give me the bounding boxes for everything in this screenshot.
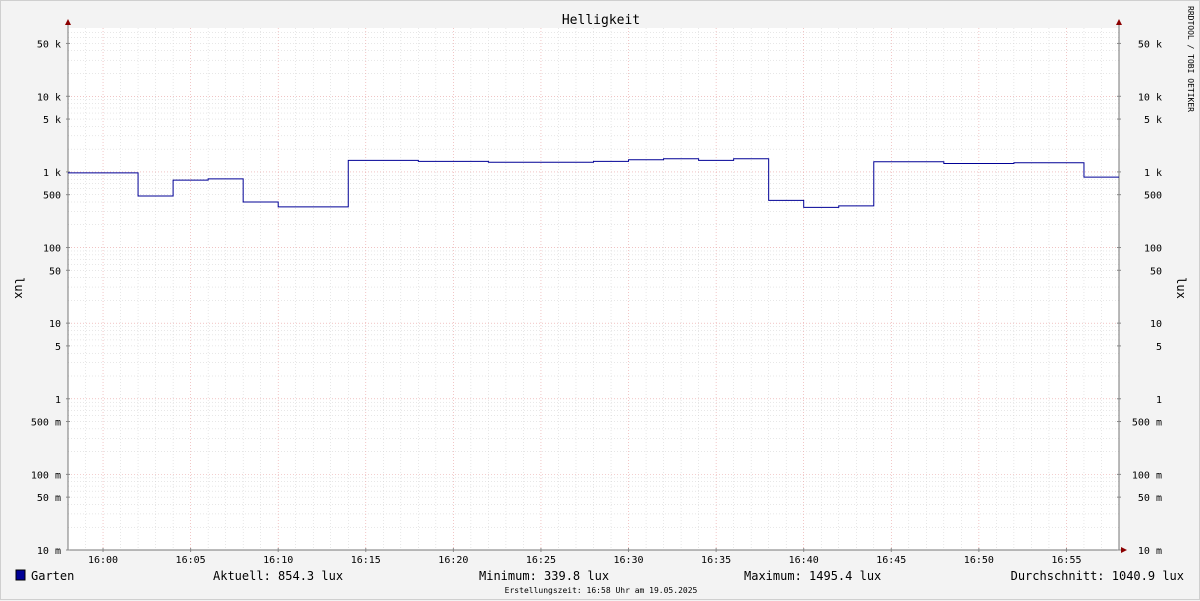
x-tick-label: 16:35: [701, 555, 731, 566]
x-tick-label: 16:15: [351, 555, 381, 566]
y-tick-label-left: 1 k: [43, 168, 61, 179]
y-tick-label-left: 5 k: [43, 115, 61, 126]
rrdtool-watermark: RRDTOOL / TOBI OETIKER: [1186, 6, 1195, 112]
stat-current: Aktuell: 854.3 lux: [213, 569, 343, 583]
y-axis-label-right: lux: [1174, 277, 1188, 299]
y-tick-label-left: 50 k: [37, 39, 61, 50]
y-tick-label-right: 10 m: [1138, 546, 1162, 557]
x-tick-label: 16:40: [789, 555, 819, 566]
graph-frame: 50 k 50 k 10 k 10 k 5 k 5 k 1 k 1 k 500 500 100 100…: [0, 0, 1200, 600]
y-axis-arrow-right: [1116, 19, 1122, 25]
y-tick-label-right: 5: [1156, 342, 1162, 353]
y-tick-label-right: 1: [1156, 395, 1162, 406]
y-tick-label-right: 50 k: [1138, 39, 1162, 50]
x-tick-label: 16:50: [964, 555, 994, 566]
x-tick-label: 16:55: [1051, 555, 1081, 566]
y-tick-label-left: 1: [55, 395, 61, 406]
x-tick-label: 16:05: [176, 555, 206, 566]
helligkeit-chart: 50 k 50 k 10 k 10 k 5 k 5 k 1 k 1 k 500 500 100 100…: [12, 6, 1195, 595]
y-tick-label-left: 50 m: [37, 493, 61, 504]
y-tick-label-right: 500: [1144, 191, 1162, 202]
legend-label-garten: Garten: [31, 569, 74, 583]
stat-minimum: Minimum: 339.8 lux: [479, 569, 609, 583]
y-tick-label-left: 100: [43, 244, 61, 255]
chart-title: Helligkeit: [562, 13, 640, 28]
y-tick-label-right: 100: [1144, 244, 1162, 255]
y-tick-label-right: 10: [1150, 319, 1162, 330]
y-tick-label-left: 100 m: [31, 470, 61, 481]
y-axis-label-left: lux: [12, 277, 26, 299]
y-tick-label-left: 10: [49, 319, 61, 330]
x-tick-label: 16:10: [263, 555, 293, 566]
y-tick-label-right: 500 m: [1132, 418, 1162, 429]
y-tick-label-left: 500: [43, 191, 61, 202]
y-tick-label-left: 5: [55, 342, 61, 353]
y-tick-label-right: 5 k: [1144, 115, 1162, 126]
x-tick-label: 16:45: [876, 555, 906, 566]
y-tick-label-right: 50: [1150, 266, 1162, 277]
x-tick-label: 16:20: [438, 555, 468, 566]
y-tick-label-left: 10 m: [37, 546, 61, 557]
y-tick-label-left: 10 k: [37, 92, 61, 103]
legend-swatch-garten: [15, 569, 26, 581]
stat-maximum: Maximum: 1495.4 lux: [744, 569, 881, 583]
y-tick-label-left: 50: [49, 266, 61, 277]
creation-time-footer: Erstellungszeit: 16:58 Uhr am 19.05.2025: [505, 586, 698, 595]
y-tick-label-right: 1 k: [1144, 168, 1162, 179]
y-axis-arrow-left: [65, 19, 71, 25]
x-tick-label: 16:00: [88, 555, 118, 566]
x-axis-arrow: [1121, 547, 1127, 553]
y-tick-label-right: 100 m: [1132, 470, 1162, 481]
x-tick-label: 16:30: [613, 555, 643, 566]
stat-average: Durchschnitt: 1040.9 lux: [1011, 569, 1184, 583]
y-tick-label-left: 500 m: [31, 418, 61, 429]
y-tick-label-right: 10 k: [1138, 92, 1162, 103]
x-tick-label: 16:25: [526, 555, 556, 566]
y-tick-label-right: 50 m: [1138, 493, 1162, 504]
